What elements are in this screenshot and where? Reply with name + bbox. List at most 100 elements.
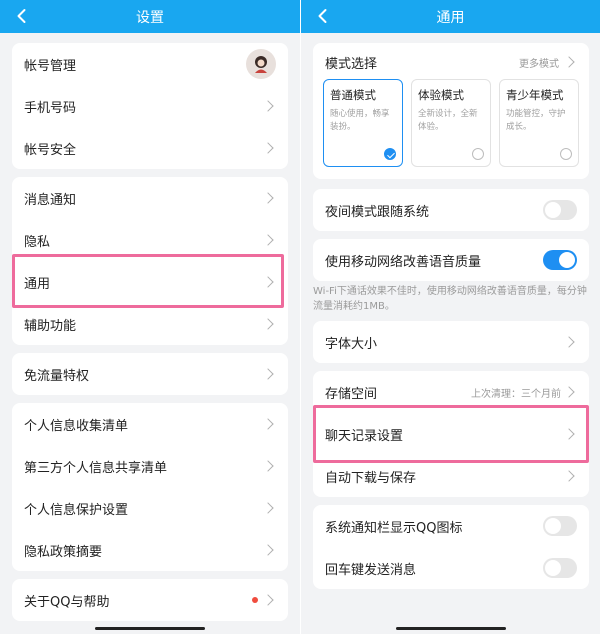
item-label: 隐私政策摘要 [24,544,103,560]
chevron-right-icon [262,594,274,606]
item-label: 免流量特权 [24,368,90,384]
privacy-item[interactable]: 隐私 [12,219,288,261]
notification-group: 系统通知栏显示QQ图标 回车键发送消息 [313,505,589,589]
mode-desc: 随心使用，畅享装扮。 [330,109,390,132]
mobile-voice-note: Wi-Fi下通话效果不佳时，使用移动网络改善语音质量，每分钟流量消耗约1MB。 [313,286,587,312]
chevron-right-icon [262,192,274,204]
mode-cards: 普通模式 随心使用，畅享装扮。 体验模式 全新设计，全新体验。 青少年模式 功能… [313,79,589,179]
night-mode-item: 夜间模式跟随系统 [313,189,589,231]
chevron-right-icon [563,428,575,440]
chat-history-item[interactable]: 聊天记录设置 [313,413,589,455]
item-label: 个人信息收集清单 [24,418,129,434]
account-security-item[interactable]: 帐号安全 [12,127,288,169]
chevron-right-icon [262,100,274,112]
personal-info-group: 个人信息收集清单 第三方个人信息共享清单 个人信息保护设置 隐私政策摘要 [12,403,288,571]
more-modes-link[interactable]: 更多模式 [519,55,559,70]
chevron-right-icon [262,142,274,154]
general-titlebar: 通用 [301,0,600,33]
data-free-privilege-item[interactable]: 免流量特权 [12,353,288,395]
item-label: 辅助功能 [24,318,77,334]
phone-number-item[interactable]: 手机号码 [12,85,288,127]
mode-title: 体验模式 [418,88,464,102]
font-size-item[interactable]: 字体大小 [313,321,589,363]
chevron-right-icon [262,276,274,288]
general-group: 消息通知 隐私 通用 辅助功能 [12,177,288,345]
item-label: 个人信息保护设置 [24,502,129,518]
enter-send-item: 回车键发送消息 [313,547,589,589]
radio-icon[interactable] [560,148,572,160]
page-title: 通用 [436,10,465,26]
account-management-item[interactable]: 帐号管理 [12,43,288,85]
mode-title: 普通模式 [330,88,376,102]
home-indicator [396,627,506,630]
settings-panel: 设置 帐号管理 手机号码 帐号安全 消息通知 隐私 通用 辅助功能 免流量特权 … [0,0,300,634]
mode-desc: 全新设计，全新体验。 [418,109,478,132]
chevron-right-icon [262,368,274,380]
item-label: 字体大小 [325,336,378,352]
accessibility-item[interactable]: 辅助功能 [12,303,288,345]
mode-select-group: 模式选择 更多模式 普通模式 随心使用，畅享装扮。 体验模式 全新设计，全新体验… [313,43,589,179]
mobile-voice-group: 使用移动网络改善语音质量 [313,239,589,281]
check-radio-icon[interactable] [384,148,396,160]
about-group: 关于QQ与帮助 [12,579,288,621]
about-qq-help-item[interactable]: 关于QQ与帮助 [12,579,288,621]
item-label: 自动下载与保存 [325,470,417,486]
auto-download-item[interactable]: 自动下载与保存 [313,455,589,497]
chevron-right-icon [262,418,274,430]
third-party-sharing-item[interactable]: 第三方个人信息共享清单 [12,445,288,487]
night-mode-group: 夜间模式跟随系统 [313,189,589,231]
item-label: 帐号管理 [24,58,77,74]
item-label: 第三方个人信息共享清单 [24,460,168,476]
radio-icon[interactable] [472,148,484,160]
message-notification-item[interactable]: 消息通知 [12,177,288,219]
item-label: 聊天记录设置 [325,428,404,444]
chevron-right-icon [262,502,274,514]
mode-select-label: 模式选择 [325,56,378,72]
storage-item[interactable]: 存储空间 上次清理：三个月前 [313,371,589,413]
chevron-right-icon [563,470,575,482]
item-label: 夜间模式跟随系统 [325,204,430,220]
item-label: 通用 [24,276,51,292]
item-label: 存储空间 [325,386,378,402]
item-label: 消息通知 [24,192,77,208]
notif-icon-toggle[interactable] [543,516,577,536]
mode-select-header: 模式选择 更多模式 [313,45,589,79]
notif-icon-item: 系统通知栏显示QQ图标 [313,505,589,547]
general-panel: 通用 模式选择 更多模式 普通模式 随心使用，畅享装扮。 体验模式 全新设计，全… [300,0,600,634]
chevron-right-icon [262,544,274,556]
item-label: 帐号安全 [24,142,77,158]
storage-last-cleaned: 上次清理：三个月前 [471,388,561,400]
mode-card-normal[interactable]: 普通模式 随心使用，畅享装扮。 [323,79,403,167]
account-group: 帐号管理 手机号码 帐号安全 [12,43,288,169]
item-label: 使用移动网络改善语音质量 [325,254,482,270]
item-label: 手机号码 [24,100,77,116]
settings-titlebar: 设置 [0,0,300,33]
storage-group: 存储空间 上次清理：三个月前 聊天记录设置 自动下载与保存 [313,371,589,497]
page-title: 设置 [136,10,164,26]
red-dot-badge [252,597,258,603]
chevron-right-icon[interactable] [563,56,575,68]
general-item[interactable]: 通用 [12,261,288,303]
enter-send-toggle[interactable] [543,558,577,578]
item-label: 关于QQ与帮助 [24,594,110,610]
font-size-group: 字体大小 [313,321,589,363]
home-indicator [95,627,205,630]
mobile-voice-item: 使用移动网络改善语音质量 [313,239,589,281]
mode-title: 青少年模式 [506,88,564,102]
night-mode-toggle[interactable] [543,200,577,220]
avatar-character-icon [255,56,267,73]
item-label: 系统通知栏显示QQ图标 [325,520,463,536]
personal-info-protection-item[interactable]: 个人信息保护设置 [12,487,288,529]
item-label: 隐私 [24,234,51,250]
mode-desc: 功能管控，守护成长。 [506,109,566,132]
avatar [246,49,276,79]
chevron-right-icon [563,336,575,348]
mobile-voice-toggle[interactable] [543,250,577,270]
privacy-policy-summary-item[interactable]: 隐私政策摘要 [12,529,288,571]
mode-card-experience[interactable]: 体验模式 全新设计，全新体验。 [411,79,491,167]
chevron-right-icon [262,318,274,330]
chevron-right-icon [563,386,575,398]
mode-card-youth[interactable]: 青少年模式 功能管控，守护成长。 [499,79,579,167]
personal-info-collection-item[interactable]: 个人信息收集清单 [12,403,288,445]
chevron-right-icon [262,234,274,246]
